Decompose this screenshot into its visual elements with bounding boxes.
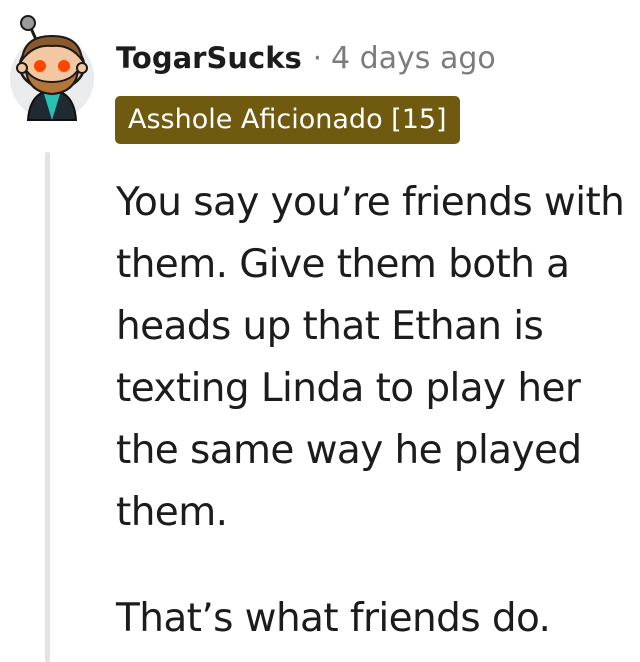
reddit-snoo-avatar-icon bbox=[10, 15, 94, 121]
comment-paragraph: That’s what friends do. bbox=[116, 596, 551, 641]
user-flair: Asshole Aficionado [15] bbox=[115, 96, 460, 144]
username[interactable]: TogarSucks bbox=[116, 41, 302, 75]
separator-dot: · bbox=[312, 41, 322, 75]
comment-paragraph: You say you’re friends with them. Give t… bbox=[116, 180, 625, 535]
timestamp[interactable]: 4 days ago bbox=[331, 41, 496, 76]
comment-header: TogarSucks · 4 days ago bbox=[116, 36, 496, 80]
avatar[interactable] bbox=[8, 14, 96, 124]
comment-body: You say you’re friends with them. Give t… bbox=[116, 172, 636, 650]
thread-line[interactable] bbox=[45, 152, 50, 662]
